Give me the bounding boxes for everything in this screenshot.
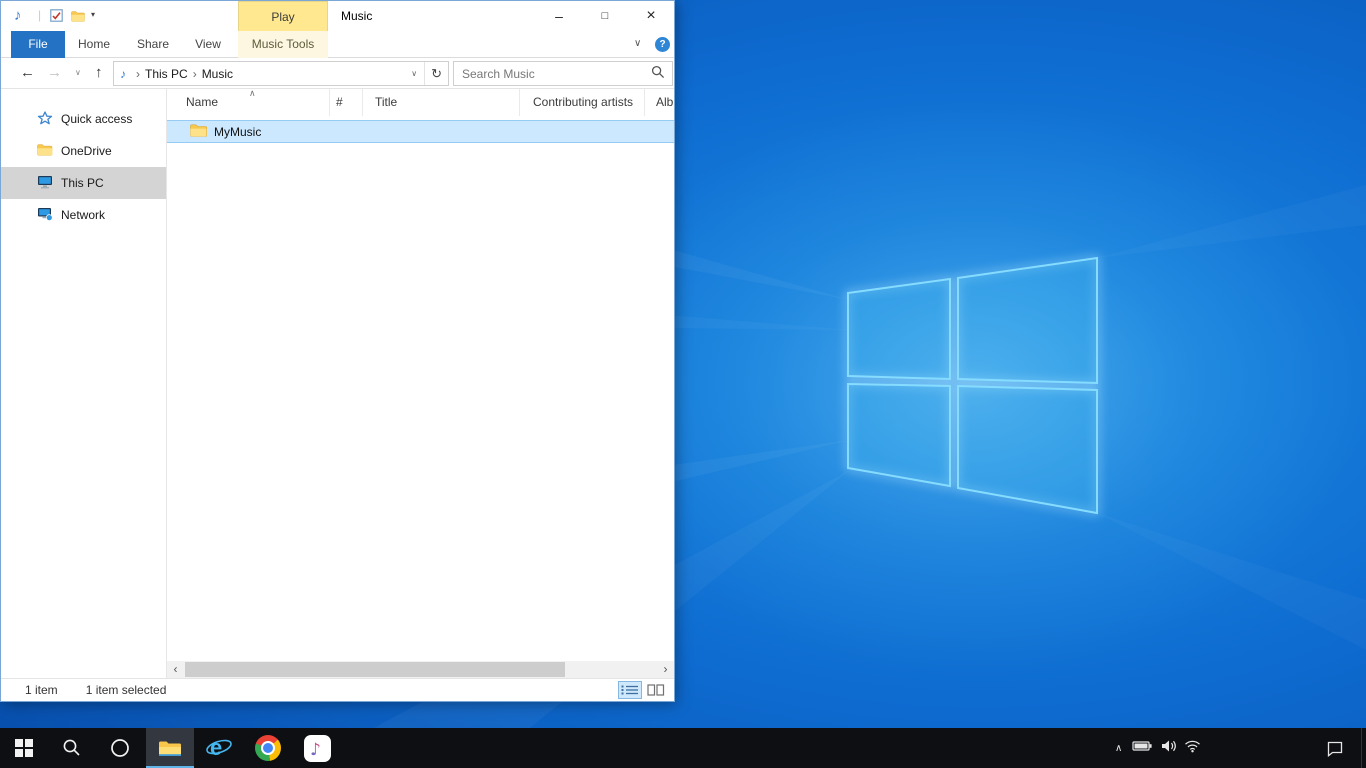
search-icon	[62, 738, 82, 758]
search-box[interactable]	[453, 61, 673, 86]
selection-count: 1 item selected	[86, 683, 167, 697]
battery-icon[interactable]	[1132, 738, 1153, 759]
contextual-group-music-tools[interactable]: Music Tools	[238, 31, 328, 58]
tab-home[interactable]: Home	[72, 31, 116, 58]
computer-icon	[37, 175, 53, 192]
horizontal-scrollbar[interactable]: ‹ ›	[167, 661, 674, 678]
file-explorer-window: ♪ | ▾ Play Music – □ × File Home Share V…	[0, 0, 675, 702]
column-header-contributing-artists[interactable]: Contributing artists	[520, 89, 645, 116]
hidden-icons-button[interactable]: ∧	[1112, 743, 1125, 754]
qat-separator: |	[38, 8, 41, 22]
sidebar-item-this-pc[interactable]: This PC	[1, 167, 166, 199]
taskbar-chrome-button[interactable]	[244, 728, 292, 768]
address-bar[interactable]: ♪ › This PC › Music ∨ ↻	[113, 61, 449, 86]
expand-ribbon-button[interactable]: ∨	[634, 31, 641, 58]
file-row-mymusic[interactable]: MyMusic	[167, 120, 674, 143]
svg-text:e: e	[210, 735, 222, 760]
tab-view[interactable]: View	[186, 31, 230, 58]
search-icon[interactable]	[651, 65, 665, 82]
file-list-pane: ∧ Name # Title Contributing artists Alb …	[167, 89, 674, 678]
crumb-separator[interactable]: ›	[136, 67, 140, 81]
back-button[interactable]: ←	[20, 58, 35, 89]
address-dropdown[interactable]: ∨	[404, 62, 424, 85]
taskbar-internet-explorer-button[interactable]: e	[195, 728, 243, 768]
file-explorer-icon	[157, 738, 183, 759]
column-headers: ∧ Name # Title Contributing artists Alb	[167, 89, 674, 116]
itunes-icon: ♪	[304, 735, 331, 762]
taskbar: e ♪ ∧	[0, 728, 1366, 768]
qat-properties-icon[interactable]	[50, 9, 63, 25]
volume-icon[interactable]	[1160, 738, 1177, 759]
windows-logo-icon	[15, 739, 33, 757]
column-header-title[interactable]: Title	[363, 89, 520, 116]
file-name: MyMusic	[214, 125, 261, 139]
details-view-button[interactable]	[618, 681, 642, 699]
breadcrumb-this-pc[interactable]: This PC	[145, 67, 188, 81]
scrollbar-track[interactable]	[184, 661, 657, 678]
taskbar-search-button[interactable]	[48, 728, 96, 768]
folder-icon	[190, 124, 207, 140]
scrollbar-thumb[interactable]	[185, 662, 565, 677]
sidebar-item-quick-access[interactable]: Quick access	[1, 103, 166, 135]
breadcrumb-music[interactable]: Music	[202, 67, 233, 81]
wifi-icon[interactable]	[1184, 738, 1201, 758]
sidebar-item-onedrive[interactable]: OneDrive	[1, 135, 166, 167]
taskbar-file-explorer-button[interactable]	[146, 728, 194, 768]
onedrive-folder-icon	[37, 144, 53, 159]
action-center-icon	[1326, 740, 1344, 757]
help-button[interactable]: ?	[655, 37, 670, 52]
network-icon	[37, 207, 53, 224]
cortana-icon	[110, 738, 130, 758]
navigation-bar: ← → ∨ ↑ ♪ › This PC › Music ∨ ↻	[1, 58, 674, 89]
tab-share[interactable]: Share	[130, 31, 176, 58]
tab-file[interactable]: File	[11, 31, 65, 58]
sidebar-item-network[interactable]: Network	[1, 199, 166, 231]
window-title: Music	[341, 1, 372, 31]
address-music-icon: ♪	[120, 67, 126, 81]
cortana-button[interactable]	[96, 728, 144, 768]
chrome-icon	[255, 735, 281, 761]
sidebar-item-label: OneDrive	[61, 144, 112, 158]
qat-new-folder-icon[interactable]	[71, 11, 85, 25]
scroll-right-arrow[interactable]: ›	[657, 661, 674, 678]
system-tray: ∧	[1112, 728, 1201, 768]
status-bar: 1 item 1 item selected	[1, 678, 674, 701]
sort-ascending-icon: ∧	[249, 87, 256, 99]
app-music-note-icon: ♪	[14, 7, 22, 24]
contextual-tab-play[interactable]: Play	[238, 1, 328, 31]
window-controls: – □ ×	[536, 1, 674, 31]
column-header-number[interactable]: #	[330, 89, 363, 116]
search-input[interactable]	[454, 67, 651, 81]
start-button[interactable]	[0, 728, 48, 768]
show-desktop-button[interactable]	[1361, 728, 1366, 768]
window-body: Quick access OneDrive	[1, 89, 674, 678]
column-header-album[interactable]: Alb	[645, 89, 674, 116]
refresh-button[interactable]: ↻	[424, 62, 448, 85]
minimize-button[interactable]: –	[536, 1, 582, 31]
internet-explorer-icon: e	[205, 735, 233, 761]
recent-locations-dropdown[interactable]: ∨	[75, 58, 81, 89]
taskbar-itunes-button[interactable]: ♪	[293, 728, 341, 768]
titlebar[interactable]: ♪ | ▾ Play Music – □ ×	[1, 1, 674, 31]
large-icons-view-button[interactable]	[644, 681, 668, 699]
ribbon-tab-row: File Home Share View Music Tools ∨ ?	[1, 31, 674, 58]
svg-text:♪: ♪	[310, 740, 321, 758]
close-button[interactable]: ×	[628, 1, 674, 31]
star-icon	[37, 111, 53, 128]
forward-button[interactable]: →	[47, 58, 62, 89]
view-toggle-buttons	[618, 681, 668, 699]
item-count: 1 item	[25, 683, 58, 697]
sidebar-item-label: This PC	[61, 176, 104, 190]
up-button[interactable]: ↑	[95, 58, 103, 89]
sidebar-item-label: Network	[61, 208, 105, 222]
scroll-left-arrow[interactable]: ‹	[167, 661, 184, 678]
qat-customize-button[interactable]: ▾	[91, 10, 95, 19]
maximize-button[interactable]: □	[582, 1, 628, 31]
sidebar-item-label: Quick access	[61, 112, 132, 126]
action-center-button[interactable]	[1320, 728, 1350, 768]
crumb-separator[interactable]: ›	[193, 67, 197, 81]
file-list[interactable]: MyMusic	[167, 116, 674, 661]
navigation-pane: Quick access OneDrive	[1, 89, 167, 678]
